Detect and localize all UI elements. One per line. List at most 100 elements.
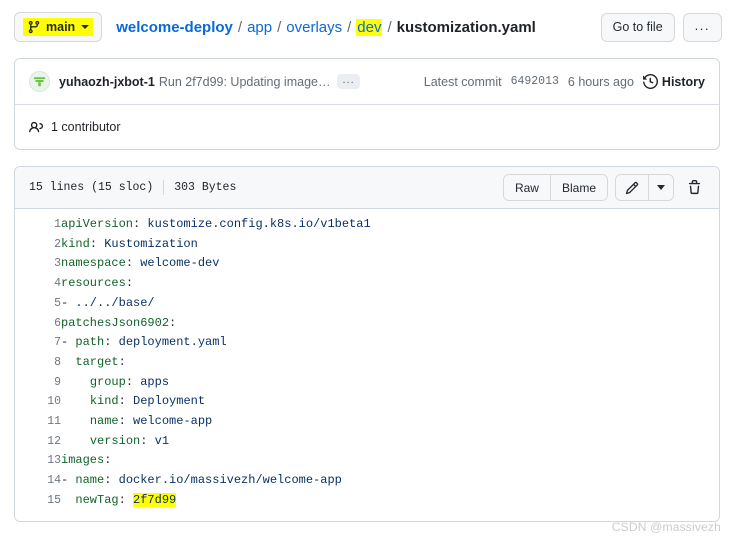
delete-file-button[interactable] bbox=[681, 174, 707, 201]
line-number[interactable]: 15 bbox=[15, 491, 61, 511]
more-options-button[interactable]: ... bbox=[682, 12, 722, 42]
people-icon bbox=[29, 120, 44, 135]
line-content: kind: Kustomization bbox=[61, 235, 719, 255]
latest-commit-label: Latest commit bbox=[423, 74, 502, 89]
code-line-row: 15 newTag: 2f7d99 bbox=[15, 491, 719, 511]
code-token: deployment.yaml bbox=[118, 335, 227, 350]
code-viewer: 1 apiVersion: kustomize.config.k8s.io/v1b… bbox=[15, 209, 719, 521]
line-number[interactable]: 6 bbox=[15, 314, 61, 334]
line-number[interactable]: 3 bbox=[15, 254, 61, 274]
code-token: target bbox=[75, 354, 119, 369]
blame-button[interactable]: Blame bbox=[549, 175, 607, 200]
line-number[interactable]: 1 bbox=[15, 215, 61, 235]
divider bbox=[163, 180, 165, 195]
line-content: patchesJson6902: bbox=[61, 314, 719, 334]
code-line-row: 3 namespace: welcome-dev bbox=[15, 254, 719, 274]
code-line-row: 9 group: apps bbox=[15, 373, 719, 393]
code-token: : bbox=[140, 433, 155, 448]
code-token: : bbox=[169, 315, 177, 330]
code-token: kind bbox=[89, 394, 119, 409]
chevron-down-icon bbox=[657, 185, 665, 190]
branch-selector-button[interactable]: main bbox=[14, 12, 103, 42]
code-token: kind bbox=[61, 236, 90, 251]
breadcrumb-separator: / bbox=[237, 18, 243, 36]
line-number[interactable]: 12 bbox=[15, 432, 61, 452]
line-number[interactable]: 4 bbox=[15, 274, 61, 294]
kebab-horizontal-icon: ... bbox=[694, 17, 710, 33]
code-token: kustomize.config.k8s.io/v1beta1 bbox=[147, 217, 371, 231]
code-token: apps bbox=[140, 374, 170, 389]
line-content: name: welcome-app bbox=[61, 412, 719, 432]
code-token: Deployment bbox=[133, 394, 206, 409]
commit-time-label: 6 hours ago bbox=[567, 74, 634, 89]
commit-sha-link[interactable]: 6492013 bbox=[511, 75, 559, 88]
line-number[interactable]: 11 bbox=[15, 412, 61, 432]
code-token-highlighted: 2f7d99 bbox=[133, 492, 177, 507]
code-line-row: 7- path: deployment.yaml bbox=[15, 333, 719, 353]
code-token: ../../base/ bbox=[75, 295, 155, 310]
breadcrumb: welcome-deploy / app / overlays / dev / … bbox=[116, 18, 592, 36]
file-meta-group: 15 lines (15 sloc) 303 Bytes bbox=[29, 180, 236, 195]
code-token: : bbox=[118, 414, 134, 429]
code-line-row: 12 version: v1 bbox=[15, 432, 719, 452]
line-number[interactable]: 9 bbox=[15, 373, 61, 393]
contributor-count-label[interactable]: 1 contributor bbox=[51, 120, 120, 134]
line-number[interactable]: 2 bbox=[15, 235, 61, 255]
code-token: patchesJson6902 bbox=[61, 315, 170, 330]
expand-commit-message-button[interactable]: ... bbox=[337, 74, 360, 89]
line-content: kind: Deployment bbox=[61, 392, 719, 412]
code-token: : bbox=[125, 256, 141, 271]
code-token: : bbox=[104, 335, 119, 350]
code-token: - bbox=[61, 295, 76, 310]
code-token: : bbox=[118, 394, 134, 409]
code-token: v1 bbox=[154, 433, 170, 448]
code-line-row: 4 resources: bbox=[15, 274, 719, 294]
github-file-view: main welcome-deploy / app / overlays / d… bbox=[0, 0, 734, 542]
code-line-row: 10 kind: Deployment bbox=[15, 392, 719, 412]
raw-button[interactable]: Raw bbox=[503, 175, 550, 200]
code-token: : bbox=[104, 473, 119, 488]
commit-author-label[interactable]: yuhaozh-jxbot-1 bbox=[59, 75, 155, 89]
code-token: version bbox=[89, 433, 141, 448]
breadcrumb-repo-link[interactable]: welcome-deploy bbox=[116, 19, 233, 36]
line-number[interactable]: 10 bbox=[15, 392, 61, 412]
line-content: - path: deployment.yaml bbox=[61, 333, 719, 353]
line-number[interactable]: 5 bbox=[15, 294, 61, 314]
line-number[interactable]: 7 bbox=[15, 333, 61, 353]
breadcrumb-segment-overlays[interactable]: overlays bbox=[286, 19, 342, 36]
code-token: resources bbox=[61, 276, 126, 291]
code-line-row: 2 kind: Kustomization bbox=[15, 235, 719, 255]
git-branch-icon bbox=[27, 20, 41, 34]
avatar[interactable] bbox=[29, 71, 50, 92]
go-to-file-button[interactable]: Go to file bbox=[600, 12, 675, 42]
code-token: : bbox=[125, 374, 141, 389]
code-token: welcome-dev bbox=[140, 256, 220, 271]
code-token: apiVersion bbox=[61, 217, 134, 231]
history-link[interactable]: History bbox=[642, 74, 705, 89]
breadcrumb-segment-app[interactable]: app bbox=[247, 19, 272, 36]
line-number[interactable]: 13 bbox=[15, 451, 61, 471]
code-line-row: 8 target: bbox=[15, 353, 719, 373]
code-lines-container: 1 apiVersion: kustomize.config.k8s.io/v1b… bbox=[15, 215, 719, 511]
code-token: welcome-app bbox=[133, 414, 213, 429]
code-token: : bbox=[125, 276, 134, 291]
breadcrumb-separator: / bbox=[387, 18, 392, 36]
branch-highlight: main bbox=[23, 18, 94, 36]
line-content: namespace: welcome-dev bbox=[61, 254, 719, 274]
commit-message-label[interactable]: Run 2f7d99: Updating image… bbox=[159, 75, 331, 89]
line-number[interactable]: 8 bbox=[15, 353, 61, 373]
edit-file-button[interactable] bbox=[616, 175, 648, 200]
breadcrumb-segment-dev[interactable]: dev bbox=[356, 18, 383, 36]
file-header-bar: 15 lines (15 sloc) 303 Bytes Raw Blame bbox=[15, 167, 719, 209]
commit-info-card: yuhaozh-jxbot-1 Run 2f7d99: Updating ima… bbox=[14, 58, 720, 150]
chevron-down-icon bbox=[81, 25, 90, 29]
line-number[interactable]: 14 bbox=[15, 471, 61, 491]
code-token: : bbox=[104, 453, 112, 468]
line-content: target: bbox=[61, 353, 719, 373]
edit-options-dropdown-button[interactable] bbox=[648, 175, 673, 200]
file-actions-group: Raw Blame bbox=[502, 174, 707, 201]
